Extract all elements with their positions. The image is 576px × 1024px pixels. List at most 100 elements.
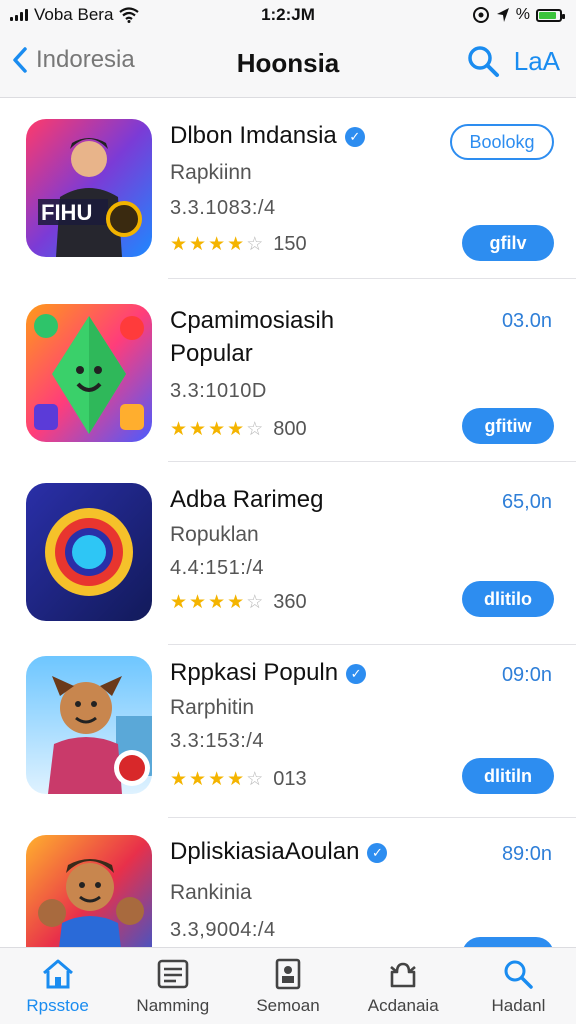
list-icon <box>157 959 189 989</box>
tab-semoan[interactable]: Semoan <box>230 948 345 1024</box>
verified-badge-icon: ✓ <box>367 842 388 863</box>
app-list: FIHU Dlbon Imdansia ✓ Rapkiinn 3.3.1083:/… <box>0 99 576 947</box>
app-version: 3.3:153:/4 <box>170 730 264 752</box>
app-name-text: Dlbon Imdansia <box>170 122 337 149</box>
star-half-icon: ☆ <box>246 418 264 440</box>
search-icon <box>504 960 534 989</box>
app-subtitle: Ropuklan <box>170 523 259 546</box>
star-icon: ★ <box>208 418 226 440</box>
get-button[interactable]: dlitiln <box>462 758 554 794</box>
star-icon: ★ <box>189 591 207 613</box>
get-button[interactable]: gfilv <box>462 225 554 261</box>
star-icon: ★ <box>170 768 188 790</box>
back-label: Indoresia <box>36 46 135 73</box>
star-icon: ★ <box>189 418 207 440</box>
divider <box>168 278 576 279</box>
status-right: % <box>472 6 565 24</box>
rating-count: 360 <box>273 591 307 613</box>
star-icon: ★ <box>227 418 245 440</box>
app-size: 65,0n <box>501 491 552 513</box>
app-icon <box>26 656 152 794</box>
nav-actions: LaA <box>466 44 560 78</box>
list-item[interactable]: Cpamimosiasih Popular 3.3:1010D ★ ★ ★ ★ … <box>0 282 576 462</box>
tab-acdanaia[interactable]: Acdanaia <box>346 948 461 1024</box>
star-rating: ★ ★ ★ ★ ☆ 013 <box>170 768 307 791</box>
app-version: 3.3,9004:/4 <box>170 919 276 941</box>
star-icon: ★ <box>170 418 188 440</box>
app-version: 3.3:1010D <box>170 380 267 402</box>
star-icon: ★ <box>189 768 207 790</box>
app-name: Adba Rarimeg <box>170 483 323 517</box>
get-button[interactable] <box>462 937 554 947</box>
star-icon: ★ <box>170 591 188 613</box>
app-subtitle: Rapkiinn <box>170 161 252 184</box>
app-version: 3.3.1083:/4 <box>170 197 276 219</box>
verified-badge-icon: ✓ <box>346 663 367 684</box>
lock-rotation-icon <box>472 7 489 23</box>
app-subtitle: Rankinia <box>170 881 252 904</box>
app-name-text: Rppkasi Populn <box>170 659 339 686</box>
puzzle-icon <box>390 962 417 988</box>
tab-search[interactable]: Hadanl <box>461 948 576 1024</box>
home-icon <box>42 959 73 989</box>
document-icon <box>275 958 301 990</box>
star-icon: ★ <box>189 233 207 255</box>
tab-apps[interactable]: Rpsstoe <box>0 948 115 1024</box>
carrier-name: Voba Bera <box>34 5 114 24</box>
list-item[interactable]: Adba Rarimeg Ropuklan 4.4:151:/4 ★ ★ ★ ★… <box>0 465 576 645</box>
app-name-text: Adba Rarimeg <box>170 486 324 513</box>
star-icon: ★ <box>208 591 226 613</box>
status-left: Voba Bera <box>10 5 140 25</box>
search-icon[interactable] <box>466 44 500 78</box>
back-button[interactable]: Indoresia <box>12 46 135 74</box>
get-button[interactable]: gfitiw <box>462 408 554 444</box>
app-name: DpliskiasiaAoulan ✓ <box>170 835 388 869</box>
app-icon <box>26 835 152 947</box>
tab-label: Acdanaia <box>367 996 439 1015</box>
signal-percent-icon: % <box>515 6 530 23</box>
chevron-left-icon <box>13 47 27 73</box>
app-subtitle: Rarphitin <box>170 696 255 719</box>
app-subtitle: Popular <box>170 340 253 367</box>
star-rating: ★ ★ ★ ★ ☆ 360 <box>170 591 307 614</box>
get-button[interactable]: dlitilo <box>462 581 554 617</box>
app-size: 03.0n <box>501 310 552 332</box>
app-name-text: DpliskiasiaAoulan <box>170 838 360 865</box>
app-name-text: Cpamimosiasih <box>170 307 335 334</box>
list-item[interactable]: DpliskiasiaAoulan ✓ Rankinia 3.3,9004:/4 … <box>0 817 576 947</box>
star-icon: ★ <box>170 233 188 255</box>
app-size: 89:0n <box>501 843 552 865</box>
tab-label: Namming <box>136 996 210 1015</box>
wifi-icon <box>119 7 140 23</box>
star-half-icon: ☆ <box>246 591 264 613</box>
tab-ranking[interactable]: Namming <box>115 948 230 1024</box>
app-name: Cpamimosiasih <box>170 304 334 338</box>
app-icon <box>26 304 152 442</box>
location-icon <box>496 8 509 22</box>
star-half-icon: ☆ <box>246 233 264 255</box>
star-icon: ★ <box>227 233 245 255</box>
battery-icon <box>536 8 565 22</box>
svg-text:FIHU: FIHU <box>41 200 92 225</box>
list-item[interactable]: Rppkasi Populn ✓ Rarphitin 3.3:153:/4 ★ ★… <box>0 638 576 818</box>
tab-bar: Rpsstoe Namming Semoan Acdanaia Hadanl <box>0 947 576 1024</box>
nav-bar: Indoresia Hoonsia LaA <box>0 30 576 98</box>
booking-button[interactable]: Boolokg <box>450 124 554 160</box>
star-icon: ★ <box>208 768 226 790</box>
star-icon: ★ <box>208 233 226 255</box>
app-size: 09:0n <box>501 664 552 686</box>
nav-right-button[interactable]: LaA <box>514 46 560 77</box>
tab-label: Hadanl <box>491 996 546 1015</box>
star-icon: ★ <box>227 768 245 790</box>
app-version: 4.4:151:/4 <box>170 557 264 579</box>
verified-badge-icon: ✓ <box>344 126 365 147</box>
rating-count: 800 <box>273 418 307 440</box>
star-rating: ★ ★ ★ ★ ☆ 800 <box>170 418 307 441</box>
list-item[interactable]: FIHU Dlbon Imdansia ✓ Rapkiinn 3.3.1083:/… <box>0 99 576 279</box>
app-icon: FIHU <box>26 119 152 257</box>
app-name: Dlbon Imdansia ✓ <box>170 119 365 153</box>
star-half-icon: ☆ <box>246 768 264 790</box>
rating-count: 013 <box>273 768 307 790</box>
star-rating: ★ ★ ★ ★ ☆ 150 <box>170 233 307 256</box>
star-icon: ★ <box>227 591 245 613</box>
